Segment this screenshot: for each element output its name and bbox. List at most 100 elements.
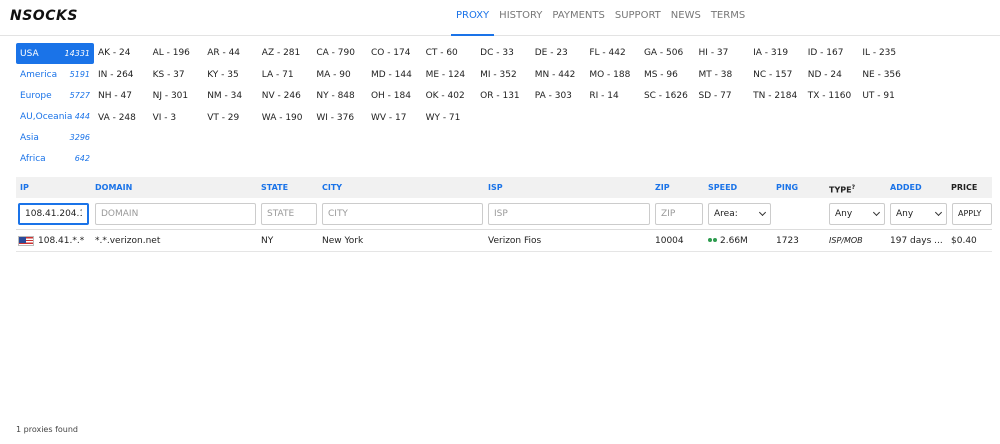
state-link[interactable]: NY - 848 [316,86,371,108]
type-select[interactable]: Any [829,203,885,225]
state-link[interactable]: AZ - 281 [262,43,317,65]
col-ping[interactable]: PING [776,177,798,198]
state-link[interactable]: MT - 38 [699,65,754,87]
col-added[interactable]: ADDED [890,177,922,198]
cell-type: ISP/MOB [829,236,863,245]
state-link[interactable]: NE - 356 [862,65,917,87]
region-usa[interactable]: USA 14331 [16,43,94,64]
speed-area-select[interactable]: Area: [708,203,771,225]
state-link[interactable]: IA - 319 [753,43,808,65]
region-europe[interactable]: Europe 5727 [16,85,94,106]
domain-filter-input[interactable] [95,203,256,225]
state-link[interactable]: KS - 37 [153,65,208,87]
state-link[interactable]: NC - 157 [753,65,808,87]
region-asia[interactable]: Asia 3296 [16,127,94,148]
state-link[interactable]: WV - 17 [371,108,426,130]
state-link[interactable]: GA - 506 [644,43,699,65]
region-au-oceania[interactable]: AU,Oceania 444 [16,106,94,127]
state-filter-input[interactable] [261,203,317,225]
state-link[interactable]: AK - 24 [98,43,153,65]
state-link[interactable]: TN - 2184 [753,86,808,108]
region-america[interactable]: America 5191 [16,64,94,85]
state-link[interactable]: IL - 235 [862,43,917,65]
state-link[interactable]: WA - 190 [262,108,317,130]
state-link[interactable]: NV - 246 [262,86,317,108]
state-link[interactable]: IN - 264 [98,65,153,87]
col-type[interactable]: TYPE? [829,177,855,198]
state-link[interactable]: WY - 71 [426,108,481,130]
state-link[interactable]: DC - 33 [480,43,535,65]
state-link[interactable]: PA - 303 [535,86,590,108]
state-link[interactable]: UT - 91 [862,86,917,108]
state-link[interactable]: RI - 14 [589,86,644,108]
nav-proxy[interactable]: PROXY [451,0,495,36]
state-link[interactable]: NM - 34 [207,86,262,108]
state-link[interactable]: VA - 248 [98,108,153,130]
col-domain[interactable]: DOMAIN [95,177,132,198]
state-link[interactable]: VI - 3 [153,108,208,130]
state-link[interactable]: OR - 131 [480,86,535,108]
region-africa[interactable]: Africa 642 [16,148,94,169]
col-state[interactable]: STATE [261,177,288,198]
state-link[interactable]: MS - 96 [644,65,699,87]
state-link[interactable]: NH - 47 [98,86,153,108]
nav-history[interactable]: HISTORY [494,0,547,36]
col-speed[interactable]: SPEED [708,177,737,198]
state-link[interactable]: AR - 44 [207,43,262,65]
chevron-down-icon [872,208,881,217]
state-link[interactable]: CT - 60 [426,43,481,65]
col-isp[interactable]: ISP [488,177,503,198]
col-zip[interactable]: ZIP [655,177,670,198]
cell-zip: 10004 [655,236,684,246]
state-link[interactable]: ND - 24 [808,65,863,87]
state-link[interactable]: ME - 124 [426,65,481,87]
state-link[interactable]: OK - 402 [426,86,481,108]
help-icon[interactable]: ? [852,184,855,191]
state-link[interactable]: SC - 1626 [644,86,699,108]
state-link[interactable]: KY - 35 [207,65,262,87]
added-select-value: Any [896,209,914,219]
nav-terms[interactable]: TERMS [706,0,750,36]
state-link[interactable]: MI - 352 [480,65,535,87]
chevron-down-icon [758,208,767,217]
state-link[interactable]: DE - 23 [535,43,590,65]
col-ip[interactable]: IP [20,177,29,198]
isp-filter-input[interactable] [488,203,650,225]
state-link[interactable]: MO - 188 [589,65,644,87]
cell-ping: 1723 [776,236,799,246]
state-link[interactable]: NJ - 301 [153,86,208,108]
state-link[interactable]: LA - 71 [262,65,317,87]
city-filter-input[interactable] [322,203,483,225]
ip-filter-input[interactable] [18,203,89,225]
state-link[interactable]: SD - 77 [699,86,754,108]
col-city[interactable]: CITY [322,177,342,198]
state-link[interactable]: MA - 90 [316,65,371,87]
state-link[interactable]: FL - 442 [589,43,644,65]
state-link[interactable]: ID - 167 [808,43,863,65]
state-link[interactable]: CA - 790 [316,43,371,65]
nav-support[interactable]: SUPPORT [610,0,666,36]
state-link[interactable]: OH - 184 [371,86,426,108]
state-link[interactable]: CO - 174 [371,43,426,65]
state-link[interactable]: MN - 442 [535,65,590,87]
nav-news[interactable]: NEWS [666,0,706,36]
region-name: Africa [20,153,46,164]
col-price[interactable]: PRICE [951,177,977,198]
apply-button[interactable]: APPLY [952,203,992,225]
region-count: 14331 [64,49,90,58]
state-link[interactable]: TX - 1160 [808,86,863,108]
zip-filter-input[interactable] [655,203,703,225]
added-select[interactable]: Any [890,203,947,225]
state-link[interactable]: VT - 29 [207,108,262,130]
region-list: USA 14331 America 5191 Europe 5727 AU,Ocean… [16,43,94,169]
type-select-value: Any [835,209,853,219]
cell-price[interactable]: $0.40 [951,230,977,252]
state-link[interactable]: WI - 376 [316,108,371,130]
col-type-label: TYPE [829,185,852,195]
table-header: IP DOMAIN STATE CITY ISP ZIP SPEED PING … [16,177,992,198]
state-link[interactable]: MD - 144 [371,65,426,87]
table-row[interactable]: 108.41.*.* *.*.verizon.net NY New York V… [16,230,992,252]
state-link[interactable]: HI - 37 [699,43,754,65]
nav-payments[interactable]: PAYMENTS [547,0,609,36]
state-link[interactable]: AL - 196 [153,43,208,65]
